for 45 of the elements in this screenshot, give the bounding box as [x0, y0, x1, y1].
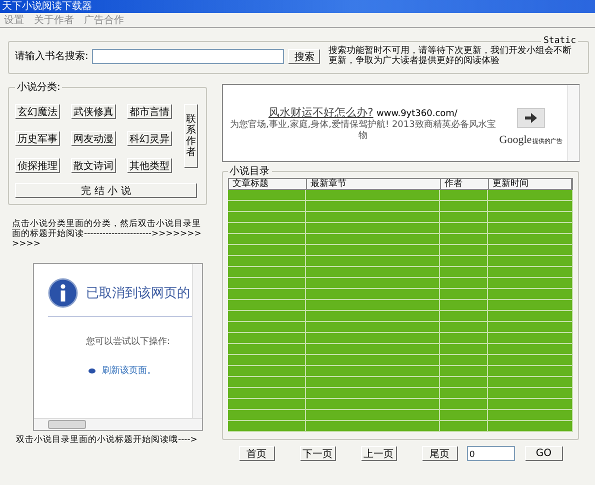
- vertical-scrollbar[interactable]: [192, 264, 202, 418]
- arrow-icon: [524, 113, 537, 123]
- group-title: Static: [543, 36, 577, 46]
- category-button[interactable]: 科幻灵异: [127, 131, 172, 146]
- category-button[interactable]: 都市言情: [127, 104, 172, 119]
- ad-arrow-button[interactable]: [516, 108, 545, 128]
- finished-novels-button[interactable]: 完 结 小 说: [15, 183, 197, 198]
- window-title: 天下小说阅读下载器: [2, 0, 92, 12]
- category-button[interactable]: 网友动漫: [71, 131, 116, 146]
- horizontal-scrollbar[interactable]: [34, 418, 202, 430]
- contact-author-button[interactable]: 联系作者: [184, 104, 198, 168]
- ad-headline-link[interactable]: 风水财运不好怎么办?: [268, 106, 374, 118]
- group-title: 小说分类:: [16, 80, 62, 94]
- column-header[interactable]: 最新章节: [306, 179, 441, 189]
- category-button[interactable]: 历史军事: [15, 131, 60, 146]
- column-header[interactable]: 文章标题: [228, 179, 307, 189]
- category-button[interactable]: 玄幻魔法: [15, 104, 60, 119]
- group-title: 小说目录: [228, 164, 271, 178]
- column-header[interactable]: 更新时间: [488, 179, 572, 189]
- page-field[interactable]: 0: [466, 446, 515, 461]
- google-brand: Google: [499, 134, 532, 146]
- ad-description: 为您官场,事业,家庭,身体,爱情保驾护航! 2013致商精英必备风水宝物: [229, 120, 497, 142]
- suggestion-text: 您可以尝试以下操作:: [86, 336, 172, 348]
- instruction-text: 点击小说分类里面的分类，然后双击小说目录里面的标题开始阅读---------------------->>>>>>>>>>>: [12, 219, 202, 249]
- refresh-link[interactable]: 刷新该页面。: [102, 364, 156, 377]
- category-button[interactable]: 其他类型: [127, 158, 172, 173]
- search-notice: 搜索功能暂时不可用，请等待下次更新，我们开发小组会不断更新，争取为广大读者提供更好的阅读体验: [328, 46, 572, 66]
- category-button[interactable]: 武侠修真: [71, 104, 116, 119]
- category-button[interactable]: 散文诗词: [71, 158, 116, 173]
- bullet-icon: [88, 368, 96, 374]
- page-button[interactable]: 尾页: [422, 446, 458, 461]
- go-button[interactable]: GO: [524, 446, 563, 461]
- info-icon: [48, 278, 78, 308]
- instruction-text: 双击小说目录里面的小说标题开始阅读哦---->: [16, 435, 198, 446]
- search-label: 请输入书名搜索:: [15, 50, 88, 63]
- search-field[interactable]: [92, 48, 284, 64]
- column-header[interactable]: 作者: [440, 179, 489, 189]
- search-button[interactable]: 搜索: [288, 48, 320, 64]
- category-button[interactable]: 侦探推理: [15, 158, 60, 173]
- page-button[interactable]: 下一页: [300, 446, 336, 461]
- vertical-scrollbar[interactable]: [566, 85, 579, 161]
- error-heading: 已取消到该网页的: [86, 285, 190, 302]
- ad-url: www.9yt360.com/: [376, 108, 458, 118]
- page-button[interactable]: 首页: [238, 446, 275, 461]
- page-button[interactable]: 上一页: [360, 446, 397, 461]
